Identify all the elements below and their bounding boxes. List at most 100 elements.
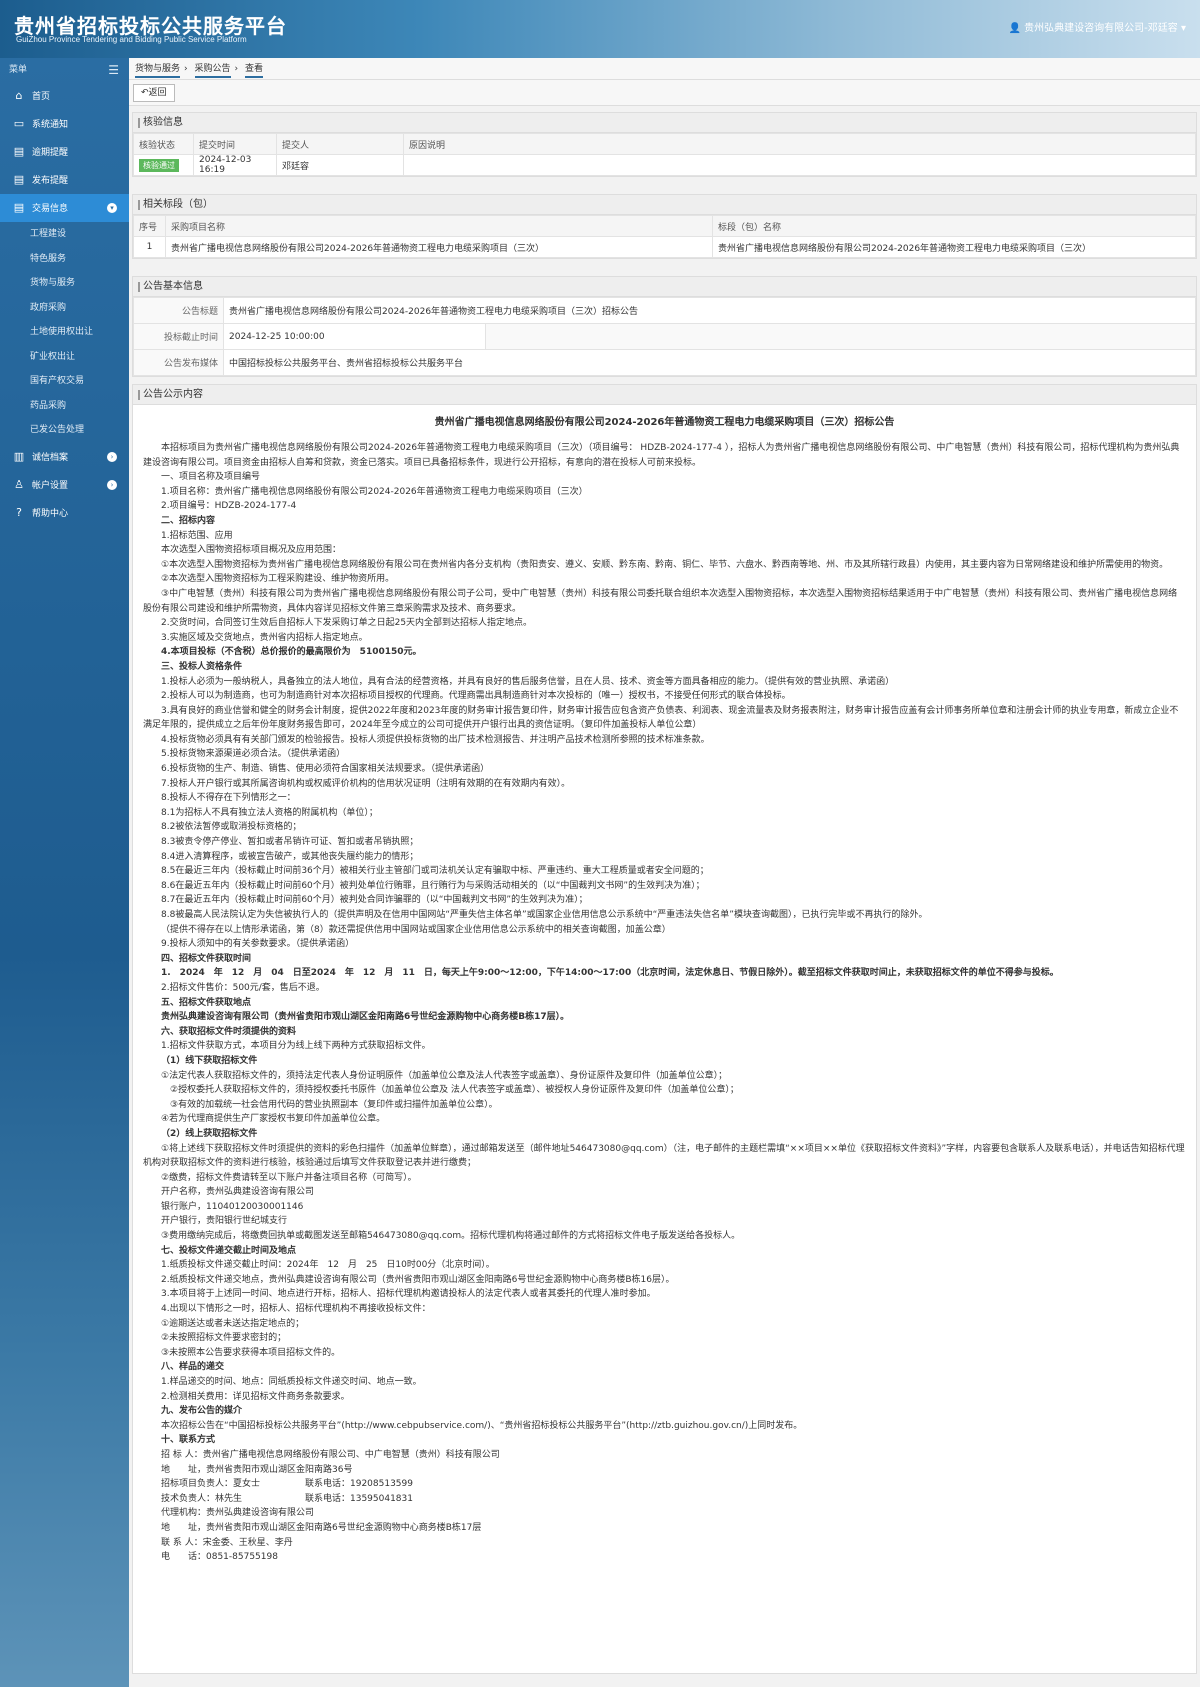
document-paragraph: 一、项目名称及项目编号 [161, 472, 261, 483]
subnav-item[interactable]: 国有产权交易 [0, 369, 129, 394]
nav-label: 首页 [32, 92, 51, 102]
check-info-table: 核验状态 提交时间 提交人 原因说明 核验通过 2024-12-03 16:19 邓廷容 [133, 133, 1196, 176]
document-paragraph: 4.投标货物必须具有有关部门颁发的检验报告。投标人须提供投标货物的出厂技术检测报… [161, 734, 710, 745]
inbox-icon: ▤ [13, 145, 25, 158]
panel-title: 公告公示内容 [133, 385, 1196, 405]
check-info-panel: 核验信息 核验状态 提交时间 提交人 原因说明 核验通过 2024-12-03 16:1… [132, 112, 1197, 177]
nav-label: 帮助中心 [32, 508, 69, 519]
user-menu[interactable]: 👤 贵州弘典建设咨询有限公司-邓廷容 ▾ [1009, 19, 1186, 34]
menu-toggle-icon[interactable]: ☰ [108, 58, 119, 82]
header: 贵州省招标投标公共服务平台 GuiZhou Province Tendering… [0, 0, 1200, 58]
document-paragraph: 1.样品递交的时间、地点：同纸质投标文件递交时间、地点一致。 [161, 1377, 422, 1387]
document-body: 本招标项目为贵州省广播电视信息网络股份有限公司2024-2026年普通物资工程电… [143, 441, 1186, 1565]
nav-home[interactable]: ⌂ 首页 [0, 82, 129, 110]
document-paragraph: 8.3被责令停产停业、暂扣或者吊销许可证、暂扣或者吊销执照； [161, 837, 419, 848]
col-header: 提交人 [276, 133, 404, 155]
status-cell: 核验通过 [133, 154, 194, 176]
document-paragraph: 地 址，贵州省贵阳市观山湖区金阳南路6号世纪金源购物中心商务楼B栋17层 [161, 1522, 482, 1533]
nav-label: 诚信档案 [32, 452, 69, 463]
person-cell: 邓廷容 [276, 154, 404, 176]
nav-credit-archive[interactable]: ▥ 诚信档案 › [0, 443, 129, 471]
deadline-value: 2024-12-25 10:00:00 [223, 323, 486, 350]
nav-label: 帐户设置 [32, 480, 69, 491]
document-paragraph: 2.交货时间，合同签订生效后自招标人下发采购订单之日起25天内全部到达招标人指定… [161, 618, 533, 629]
inbox-icon: ▤ [13, 201, 25, 214]
document-paragraph: 6.投标货物的生产、制造、销售、使用必须符合国家相关法规要求。（提供承诺函） [161, 764, 490, 775]
breadcrumb-procurement-notice[interactable]: 采购公告 [194, 64, 231, 78]
document-paragraph: 8.8被最高人民法院认定为失信被执行人的（提供声明及在信用中国网站“严重失信主体… [161, 910, 928, 920]
document-paragraph: ③未按照本公告要求获得本项目招标文件的。 [161, 1347, 341, 1358]
document-paragraph: 4.出现以下情形之一时，招标人、招标代理机构不再接收投标文件： [161, 1304, 431, 1315]
monitor-icon: ▭ [13, 117, 25, 130]
document-paragraph: 二、招标内容 [161, 515, 216, 526]
document-paragraph: 八、样品的递交 [161, 1362, 225, 1373]
col-header: 序号 [133, 215, 166, 237]
document-paragraph: 2.招标文件售价：500元/套，售后不退。 [161, 982, 325, 993]
nav-publish-reminder[interactable]: ▤ 发布提醒 [0, 166, 129, 194]
document-paragraph: （1）线下获取招标文件 [161, 1055, 258, 1066]
platform-subtitle: GuiZhou Province Tendering and Bidding P… [16, 35, 247, 44]
chevron-right-icon: › [107, 479, 117, 490]
document-paragraph: （2）线上获取招标文件 [161, 1128, 258, 1139]
subnav-item[interactable]: 土地使用权出让 [0, 320, 129, 345]
back-label: 返回 [148, 88, 167, 98]
time-cell: 2024-12-03 16:19 [193, 154, 277, 176]
nav-label: 发布提醒 [32, 176, 69, 186]
nav-account-settings[interactable]: ♙ 帐户设置 › [0, 471, 129, 499]
field-label: 公告标题 [133, 297, 224, 324]
nav-overdue-reminder[interactable]: ▤ 逾期提醒 [0, 138, 129, 166]
document-paragraph: 1.投标人必须为一般纳税人，具备独立的法人地位，具有合法的经营资格，并具有良好的… [161, 676, 895, 687]
chevron-right-icon: › [107, 451, 117, 462]
subnav-item[interactable]: 药品采购 [0, 394, 129, 419]
document-paragraph: 7.投标人开户银行或其所属咨询机构或权威评价机构的信用状况证明（注明有效期的在有… [161, 778, 571, 789]
document-paragraph: 十、联系方式 [161, 1435, 216, 1446]
notice-document: 贵州省广播电视信息网络股份有限公司2024-2026年普通物资工程电力电缆采购项… [133, 405, 1196, 1571]
subnav-item[interactable]: 特色服务 [0, 247, 129, 272]
document-paragraph: 银行账户，11040120030001146 [161, 1201, 304, 1212]
document-paragraph: ④若为代理商提供生产厂家授权书复印件加盖单位公章。 [161, 1114, 386, 1125]
breadcrumb-view[interactable]: 查看 [245, 64, 264, 78]
basic-info-table: 公告标题 贵州省广播电视信息网络股份有限公司2024-2026年普通物资工程电力电… [133, 297, 1196, 376]
document-paragraph: 8.4进入清算程序，或被宣告破产，或其他丧失履约能力的情形； [161, 851, 419, 862]
menu-header: 菜单 ☰ [0, 58, 129, 82]
subnav-item[interactable]: 货物与服务 [0, 271, 129, 296]
document-paragraph: 本招标项目为贵州省广播电视信息网络股份有限公司2024-2026年普通物资工程电… [143, 443, 1180, 468]
document-paragraph: 3.实施区域及交货地点，贵州省内招标人指定地点。 [161, 632, 368, 643]
reason-cell [403, 154, 1196, 176]
document-paragraph: 1.招标文件获取方式，本项目分为线上线下两种方式获取招标文件。 [161, 1041, 431, 1052]
document-paragraph: ②缴费，招标文件费请转至以下账户并备注项目名称（可简写）。 [161, 1172, 417, 1183]
nav-trade-info[interactable]: ▤ 交易信息 ▾ [0, 194, 129, 222]
user-icon: 👤 [1008, 23, 1021, 34]
document-paragraph: 九、发布公告的媒介 [161, 1406, 243, 1417]
nav-system-notice[interactable]: ▭ 系统通知 [0, 110, 129, 138]
lot-cell: 贵州省广播电视信息网络股份有限公司2024-2026年普通物资工程电力电缆采购项… [712, 236, 1196, 258]
panel-title: 相关标段（包） [133, 195, 1196, 215]
document-paragraph: 3.本项目将于上述同一时间、地点进行开标，招标人、招标代理机构邀请投标人的法定代… [161, 1289, 656, 1300]
subnav-item[interactable]: 矿业权出让 [0, 345, 129, 370]
lots-table: 序号 采购项目名称 标段（包）名称 1 贵州省广播电视信息网络股份有限公司2024-2… [133, 215, 1196, 258]
user-name: 贵州弘典建设咨询有限公司-邓廷容 [1024, 23, 1178, 34]
document-paragraph: 2.项目编号：HDZB-2024-177-4 [161, 501, 297, 512]
document-paragraph: 4.本项目投标（不含税）总价报价的最高限价为 5100150元。 [161, 647, 422, 658]
subnav-item[interactable]: 已发公告处理 [0, 418, 129, 443]
document-paragraph: 8.投标人不得存在下列情形之一： [161, 793, 296, 804]
document-paragraph: 六、获取招标文件时须提供的资料 [161, 1026, 297, 1037]
document-paragraph: 三、投标人资格条件 [161, 661, 243, 672]
document-paragraph: 9.投标人须知中的有关参数要求。（提供承诺函） [161, 939, 355, 950]
breadcrumb-goods-services[interactable]: 货物与服务 [135, 64, 181, 78]
document-paragraph: 开户名称，贵州弘典建设咨询有限公司 [161, 1187, 315, 1198]
document-paragraph: 地 址，贵州省贵阳市观山湖区金阳南路36号 [161, 1464, 353, 1475]
subnav-item[interactable]: 工程建设 [0, 222, 129, 247]
subnav-item[interactable]: 政府采购 [0, 296, 129, 321]
inbox-icon: ▤ [13, 173, 25, 186]
document-paragraph: 贵州弘典建设咨询有限公司（贵州省贵阳市观山湖区金阳南路6号世纪金源购物中心商务楼… [161, 1012, 570, 1023]
document-paragraph: ①将上述线下获取招标文件时须提供的资料的彩色扫描件（加盖单位鲜章），通过邮箱发送… [143, 1143, 1185, 1169]
document-paragraph: ③有效的加载统一社会信用代码的营业执照副本（复印件或扫描件加盖单位公章）。 [161, 1099, 498, 1110]
document-paragraph: 3.具有良好的商业信誉和健全的财务会计制度，提供2022年度和2023年度的财务… [143, 705, 1179, 731]
document-paragraph: 1.纸质投标文件递交截止时间：2024年 12 月 25 日10时00分（北京时… [161, 1260, 495, 1271]
col-header: 采购项目名称 [165, 215, 713, 237]
nav-help-center[interactable]: ? 帮助中心 [0, 499, 129, 527]
back-button[interactable]: ↶返回 [133, 84, 175, 102]
document-paragraph: ③费用缴纳完成后，将缴费回执单或截图发送至邮箱546473080@qq.com。… [161, 1231, 741, 1242]
document-paragraph: 招 标 人：贵州省广播电视信息网络股份有限公司、中广电智慧（贵州）科技有限公司 [161, 1449, 500, 1460]
